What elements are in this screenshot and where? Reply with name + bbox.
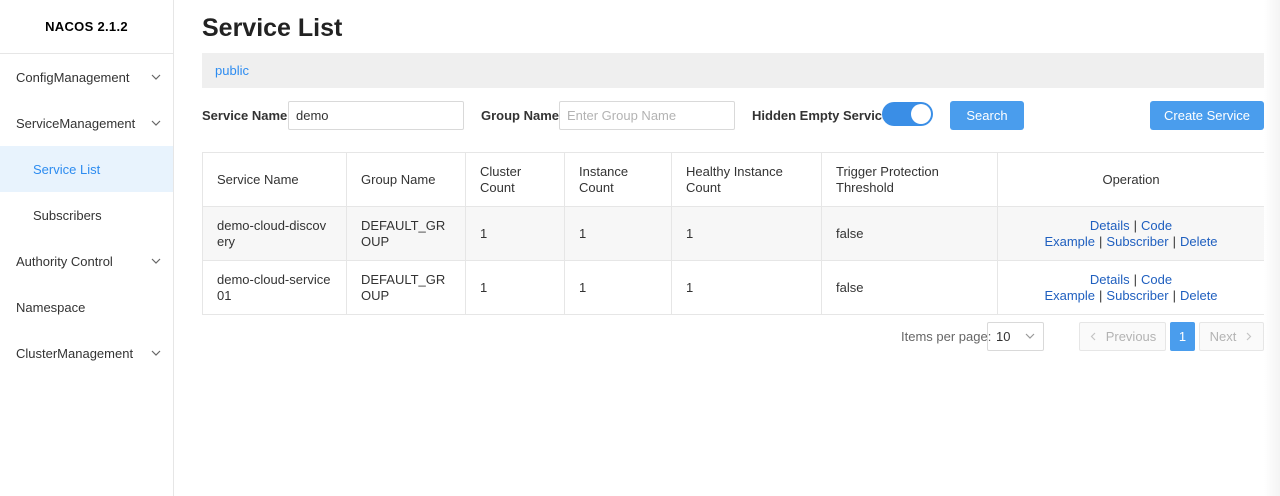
table-header-row: Service Name Group Name Cluster Count In… — [202, 152, 1265, 207]
separator: | — [1099, 233, 1103, 249]
sidebar-item-cluster-management[interactable]: ClusterManagement — [0, 330, 173, 376]
column-header-cluster-count: Cluster Count — [465, 152, 565, 207]
page-1-button[interactable]: 1 — [1170, 322, 1195, 351]
code-link[interactable]: Code — [1141, 272, 1172, 287]
sidebar-item-config-management[interactable]: ConfigManagement — [0, 54, 173, 100]
column-header-instance-count: Instance Count — [564, 152, 672, 207]
sidebar-item-label: Authority Control — [16, 253, 113, 269]
cell-cluster-count: 1 — [465, 260, 565, 315]
cell-group-name: DEFAULT_GROUP — [346, 260, 466, 315]
cell-instance-count: 1 — [564, 206, 672, 261]
cell-service-name: demo-cloud-service01 — [202, 260, 347, 315]
group-name-label: Group Name — [481, 108, 560, 123]
cell-threshold: false — [821, 260, 998, 315]
page-size-select[interactable]: 10 — [987, 322, 1044, 351]
chevron-left-icon — [1089, 332, 1098, 341]
sidebar-item-label: ServiceManagement — [16, 115, 136, 131]
cell-group-name: DEFAULT_GROUP — [346, 206, 466, 261]
cell-operations: Details | Code Example | Subscriber | Delete — [997, 260, 1265, 315]
sidebar-item-service-management[interactable]: ServiceManagement — [0, 100, 173, 146]
service-table: Service Name Group Name Cluster Count In… — [202, 152, 1265, 315]
table-row: demo-cloud-service01 DEFAULT_GROUP 1 1 1… — [202, 260, 1265, 315]
cell-operations: Details | Code Example | Subscriber | Delete — [997, 206, 1265, 261]
sidebar-item-label: ClusterManagement — [16, 345, 134, 361]
separator: | — [1133, 217, 1138, 233]
cell-service-name: demo-cloud-discovery — [202, 206, 347, 261]
chevron-down-icon — [149, 254, 163, 268]
toggle-knob — [911, 104, 931, 124]
sidebar-item-namespace[interactable]: Namespace — [0, 284, 173, 330]
service-name-label: Service Name — [202, 108, 288, 123]
sidebar-item-label: ConfigManagement — [16, 69, 130, 85]
cell-instance-count: 1 — [564, 260, 672, 315]
cell-healthy-instance-count: 1 — [671, 206, 822, 261]
subscriber-link[interactable]: Subscriber — [1106, 288, 1168, 303]
delete-link[interactable]: Delete — [1180, 234, 1218, 249]
details-link[interactable]: Details — [1090, 218, 1130, 233]
chevron-down-icon — [149, 70, 163, 84]
delete-link[interactable]: Delete — [1180, 288, 1218, 303]
example-link[interactable]: Example — [1044, 234, 1095, 249]
column-header-trigger-protection-threshold: Trigger Protection Threshold — [821, 152, 998, 207]
previous-page-button[interactable]: Previous — [1079, 322, 1166, 351]
column-header-operation: Operation — [997, 152, 1265, 207]
separator: | — [1099, 287, 1103, 303]
cell-healthy-instance-count: 1 — [671, 260, 822, 315]
separator: | — [1133, 271, 1138, 287]
app-logo: NACOS 2.1.2 — [0, 0, 173, 54]
sidebar-item-label: Subscribers — [33, 207, 102, 223]
separator: | — [1172, 287, 1176, 303]
items-per-page-label: Items per page: — [901, 329, 992, 344]
next-page-button[interactable]: Next — [1199, 322, 1264, 351]
column-header-service-name: Service Name — [202, 152, 347, 207]
create-service-button[interactable]: Create Service — [1150, 101, 1264, 130]
scroll-edge — [1264, 0, 1280, 496]
search-button[interactable]: Search — [950, 101, 1024, 130]
namespace-link-public[interactable]: public — [215, 63, 249, 78]
sidebar: NACOS 2.1.2 ConfigManagement ServiceMana… — [0, 0, 174, 496]
sidebar-item-subscribers[interactable]: Subscribers — [0, 192, 173, 238]
sidebar-item-label: Service List — [33, 161, 101, 177]
namespace-bar: public — [202, 53, 1264, 88]
filter-bar: Service Name Group Name Hidden Empty Ser… — [202, 101, 1264, 130]
page-size-value: 10 — [996, 329, 1011, 344]
hidden-empty-service-label: Hidden Empty Service — [752, 108, 890, 123]
column-header-healthy-instance-count: Healthy Instance Count — [671, 152, 822, 207]
previous-label: Previous — [1105, 329, 1157, 344]
code-link[interactable]: Code — [1141, 218, 1172, 233]
sidebar-item-service-list[interactable]: Service List — [0, 146, 173, 192]
page-title: Service List — [202, 14, 343, 42]
next-label: Next — [1209, 329, 1237, 344]
sidebar-item-authority-control[interactable]: Authority Control — [0, 238, 173, 284]
separator: | — [1172, 233, 1176, 249]
chevron-down-icon — [149, 346, 163, 360]
column-header-group-name: Group Name — [346, 152, 466, 207]
sidebar-item-label: Namespace — [16, 299, 86, 315]
details-link[interactable]: Details — [1090, 272, 1130, 287]
cell-cluster-count: 1 — [465, 206, 565, 261]
table-row: demo-cloud-discovery DEFAULT_GROUP 1 1 1… — [202, 206, 1265, 261]
cell-threshold: false — [821, 206, 998, 261]
chevron-right-icon — [1244, 332, 1253, 341]
group-name-input[interactable] — [559, 101, 735, 130]
main-content: Service List public Service Name Group N… — [202, 0, 1265, 496]
service-name-input[interactable] — [288, 101, 464, 130]
chevron-down-icon — [1025, 329, 1035, 344]
hidden-empty-service-toggle[interactable] — [882, 102, 933, 126]
subscriber-link[interactable]: Subscriber — [1106, 234, 1168, 249]
example-link[interactable]: Example — [1044, 288, 1095, 303]
chevron-down-icon — [149, 116, 163, 130]
